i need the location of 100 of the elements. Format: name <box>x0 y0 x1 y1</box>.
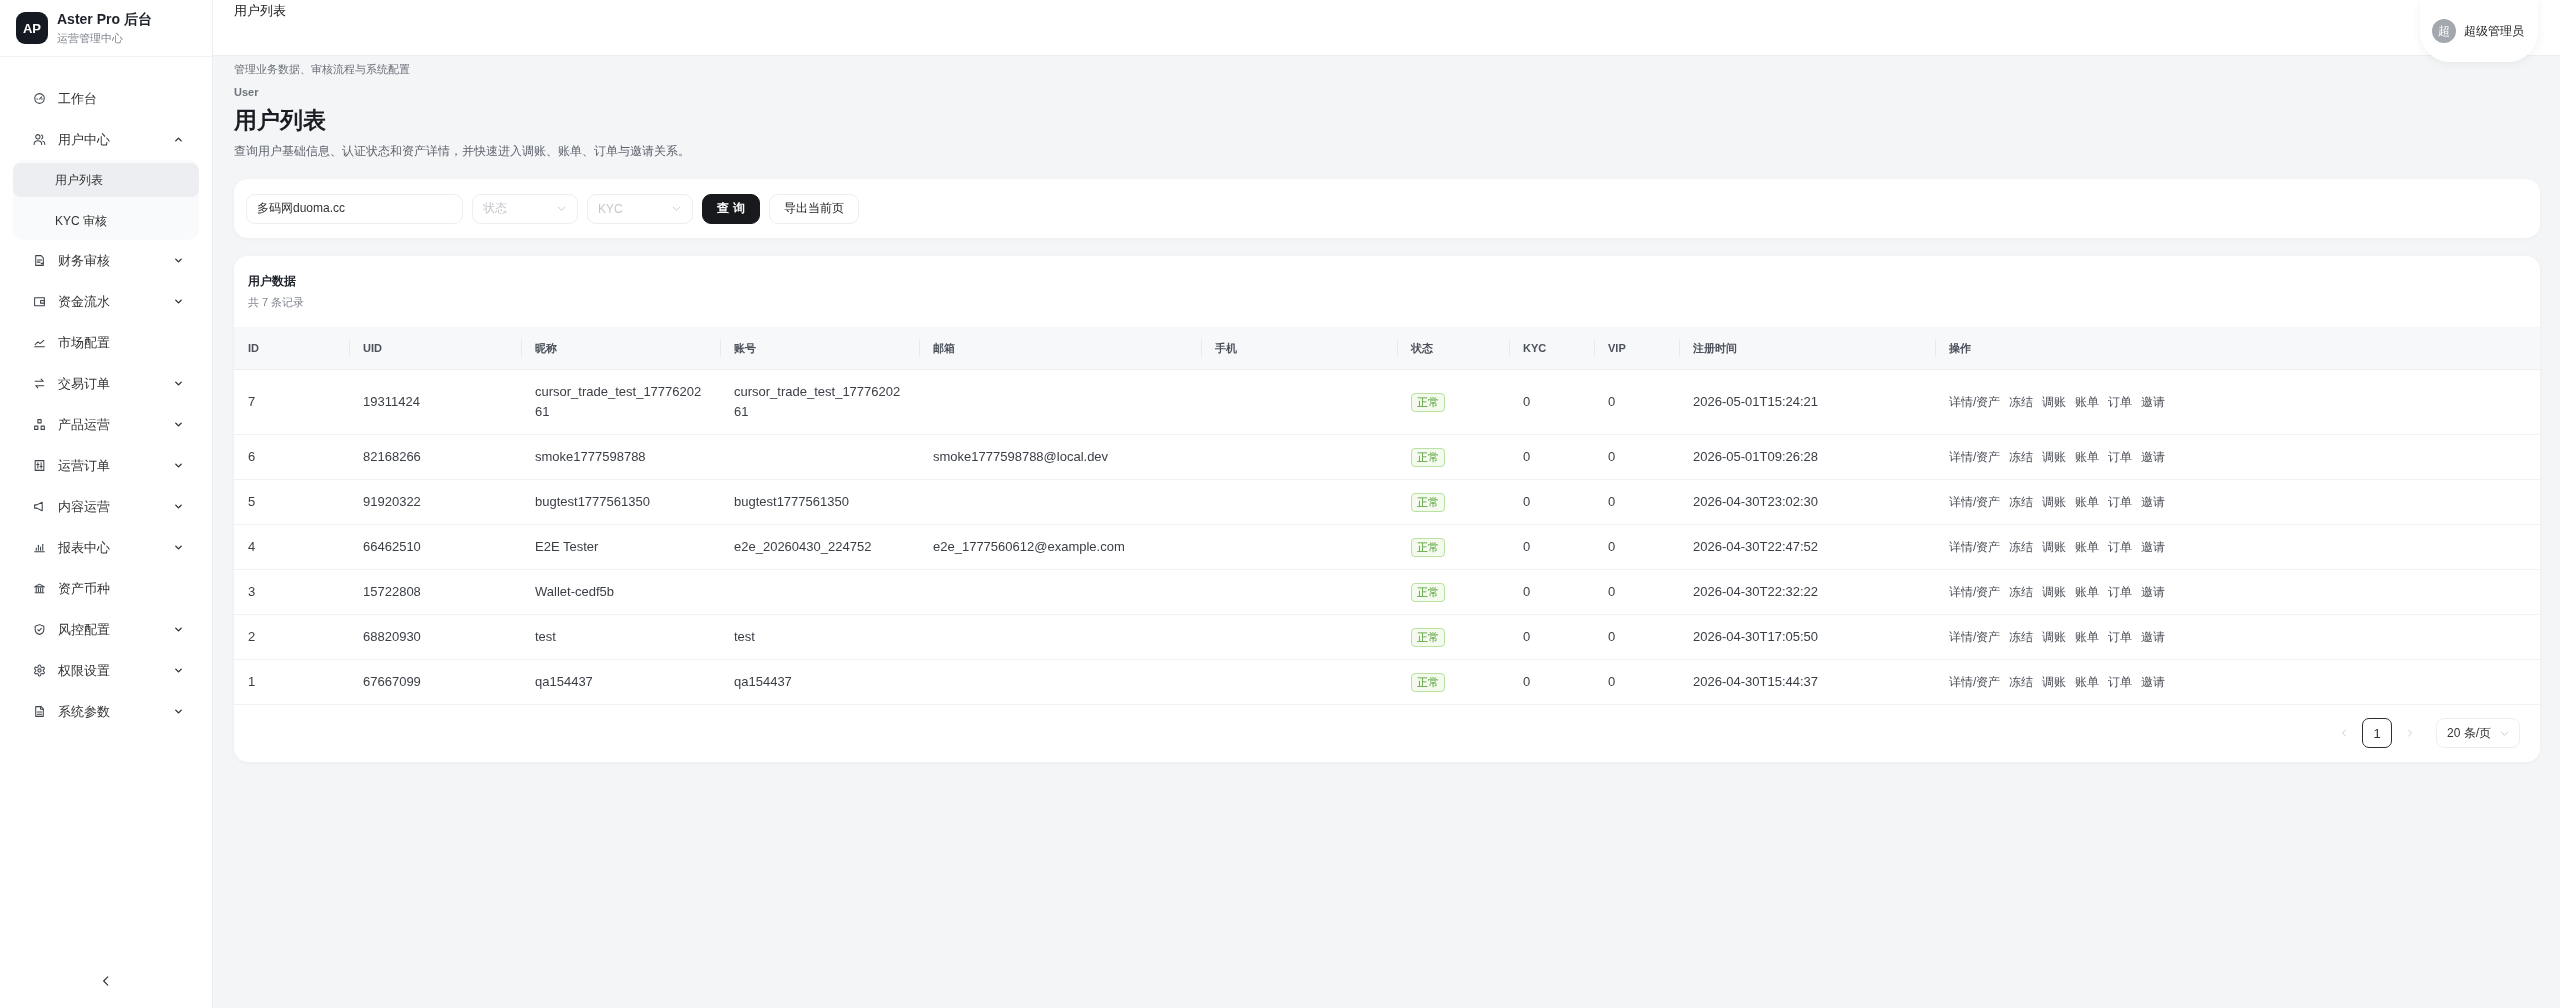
page-size-select[interactable]: 20 条/页 <box>2436 718 2520 748</box>
action-link[interactable]: 订单 <box>2108 627 2133 647</box>
query-button[interactable]: 查 询 <box>702 193 760 224</box>
action-link[interactable]: 调账 <box>2042 537 2067 557</box>
action-link[interactable]: 详情/资产 <box>1949 447 2001 467</box>
nav-subitem[interactable]: 用户列表 <box>13 163 199 197</box>
action-link[interactable]: 订单 <box>2108 447 2133 467</box>
app-title: Aster Pro 后台 <box>57 10 152 29</box>
action-link[interactable]: 订单 <box>2108 672 2133 692</box>
action-link[interactable]: 账单 <box>2075 537 2100 557</box>
action-link[interactable]: 调账 <box>2042 672 2067 692</box>
table-cell-text: 7 <box>248 393 256 411</box>
search-field[interactable]: 多码网duoma.cc <box>246 193 463 224</box>
status-tag: 正常 <box>1411 447 1445 467</box>
action-link[interactable]: 邀请 <box>2141 447 2166 467</box>
nav-item[interactable]: 风控配置 <box>0 609 212 650</box>
logo: AP <box>16 12 48 44</box>
action-link[interactable]: 冻结 <box>2009 537 2034 557</box>
user-menu[interactable]: 超 超级管理员 <box>2420 0 2538 62</box>
table-cell-text: 67667099 <box>363 673 421 691</box>
table-cell-text: 2 <box>248 628 256 646</box>
table-cell-text: test <box>535 628 556 646</box>
status-tag: 正常 <box>1411 537 1445 557</box>
caret-icon <box>556 203 567 214</box>
table-cell-text: 0 <box>1523 583 1531 601</box>
table-cell-text: 0 <box>1523 448 1531 466</box>
table-cell-text: Wallet-cedf5b <box>535 583 614 601</box>
action-link[interactable]: 详情/资产 <box>1949 537 2001 557</box>
action-link[interactable]: 订单 <box>2108 492 2133 512</box>
table-cell-text: 2026-04-30T17:05:50 <box>1693 628 1819 646</box>
action-link[interactable]: 账单 <box>2075 492 2100 512</box>
action-link[interactable]: 调账 <box>2042 492 2067 512</box>
column-header: 账号 <box>734 340 756 356</box>
table-cell-text: 2026-05-01T09:26:28 <box>1693 448 1819 466</box>
action-link[interactable]: 账单 <box>2075 582 2100 602</box>
bank-icon <box>33 582 46 595</box>
nav-item[interactable]: 权限设置 <box>0 650 212 691</box>
action-link[interactable]: 邀请 <box>2141 492 2166 512</box>
table-cell-text: 0 <box>1608 583 1616 601</box>
action-link[interactable]: 订单 <box>2108 537 2133 557</box>
status-tag: 正常 <box>1411 492 1445 512</box>
status-tag: 正常 <box>1411 582 1445 602</box>
nav-item[interactable]: 财务审核 <box>0 240 212 281</box>
action-link[interactable]: 详情/资产 <box>1949 627 2001 647</box>
nav-item[interactable]: 工作台 <box>0 78 212 119</box>
action-link[interactable]: 邀请 <box>2141 537 2166 557</box>
bar-chart-icon <box>33 541 46 554</box>
action-link[interactable]: 邀请 <box>2141 582 2166 602</box>
action-link[interactable]: 调账 <box>2042 392 2067 412</box>
action-link[interactable]: 账单 <box>2075 672 2100 692</box>
action-link[interactable]: 调账 <box>2042 447 2067 467</box>
wallet-icon <box>33 295 46 308</box>
section-label: User <box>234 86 260 98</box>
action-link[interactable]: 订单 <box>2108 392 2133 412</box>
table-cell-text: 0 <box>1523 493 1531 511</box>
table-cell-text: bugtest1777561350 <box>535 493 650 511</box>
status-tag: 正常 <box>1411 672 1445 692</box>
page-title: 用户列表 <box>234 106 327 135</box>
action-link[interactable]: 调账 <box>2042 582 2067 602</box>
nav-item[interactable]: 资金流水 <box>0 281 212 322</box>
avatar: 超 <box>2432 19 2456 43</box>
table-cell-text: qa154437 <box>734 673 792 691</box>
nav-item[interactable]: 产品运营 <box>0 404 212 445</box>
action-link[interactable]: 冻结 <box>2009 627 2034 647</box>
table-cell-text: 91920322 <box>363 493 421 511</box>
app-subtitle: 运营管理中心 <box>57 30 124 46</box>
user-name: 超级管理员 <box>2464 22 2524 40</box>
table-cell-text: bugtest1777561350 <box>734 493 849 511</box>
action-link[interactable]: 邀请 <box>2141 672 2166 692</box>
action-link[interactable]: 账单 <box>2075 392 2100 412</box>
action-link[interactable]: 邀请 <box>2141 627 2166 647</box>
action-link[interactable]: 详情/资产 <box>1949 492 2001 512</box>
nav-item[interactable]: 报表中心 <box>0 527 212 568</box>
action-link[interactable]: 冻结 <box>2009 582 2034 602</box>
nav-item[interactable]: 内容运营 <box>0 486 212 527</box>
export-button[interactable]: 导出当前页 <box>769 193 859 224</box>
action-link[interactable]: 详情/资产 <box>1949 582 2001 602</box>
nav-item[interactable]: 用户中心 <box>0 119 212 160</box>
nav-item[interactable]: 市场配置 <box>0 322 212 363</box>
action-link[interactable]: 详情/资产 <box>1949 672 2001 692</box>
table-cell-text: e2e_20260430_224752 <box>734 538 872 556</box>
table-cell-text: 0 <box>1608 448 1616 466</box>
nav-subitem[interactable]: KYC 审核 <box>13 204 199 238</box>
action-link[interactable]: 冻结 <box>2009 492 2034 512</box>
action-link[interactable]: 冻结 <box>2009 672 2034 692</box>
nav-item[interactable]: 交易订单 <box>0 363 212 404</box>
action-link[interactable]: 冻结 <box>2009 447 2034 467</box>
page-button[interactable]: 1 <box>2362 718 2392 748</box>
document-icon <box>33 254 46 267</box>
action-link[interactable]: 调账 <box>2042 627 2067 647</box>
action-link[interactable]: 详情/资产 <box>1949 392 2001 412</box>
nav-item[interactable]: 系统参数 <box>0 691 212 732</box>
action-link[interactable]: 邀请 <box>2141 392 2166 412</box>
status-tag: 正常 <box>1411 627 1445 647</box>
nav-item[interactable]: 资产币种 <box>0 568 212 609</box>
nav-item[interactable]: 运营订单 <box>0 445 212 486</box>
action-link[interactable]: 订单 <box>2108 582 2133 602</box>
action-link[interactable]: 账单 <box>2075 627 2100 647</box>
action-link[interactable]: 账单 <box>2075 447 2100 467</box>
action-link[interactable]: 冻结 <box>2009 392 2034 412</box>
